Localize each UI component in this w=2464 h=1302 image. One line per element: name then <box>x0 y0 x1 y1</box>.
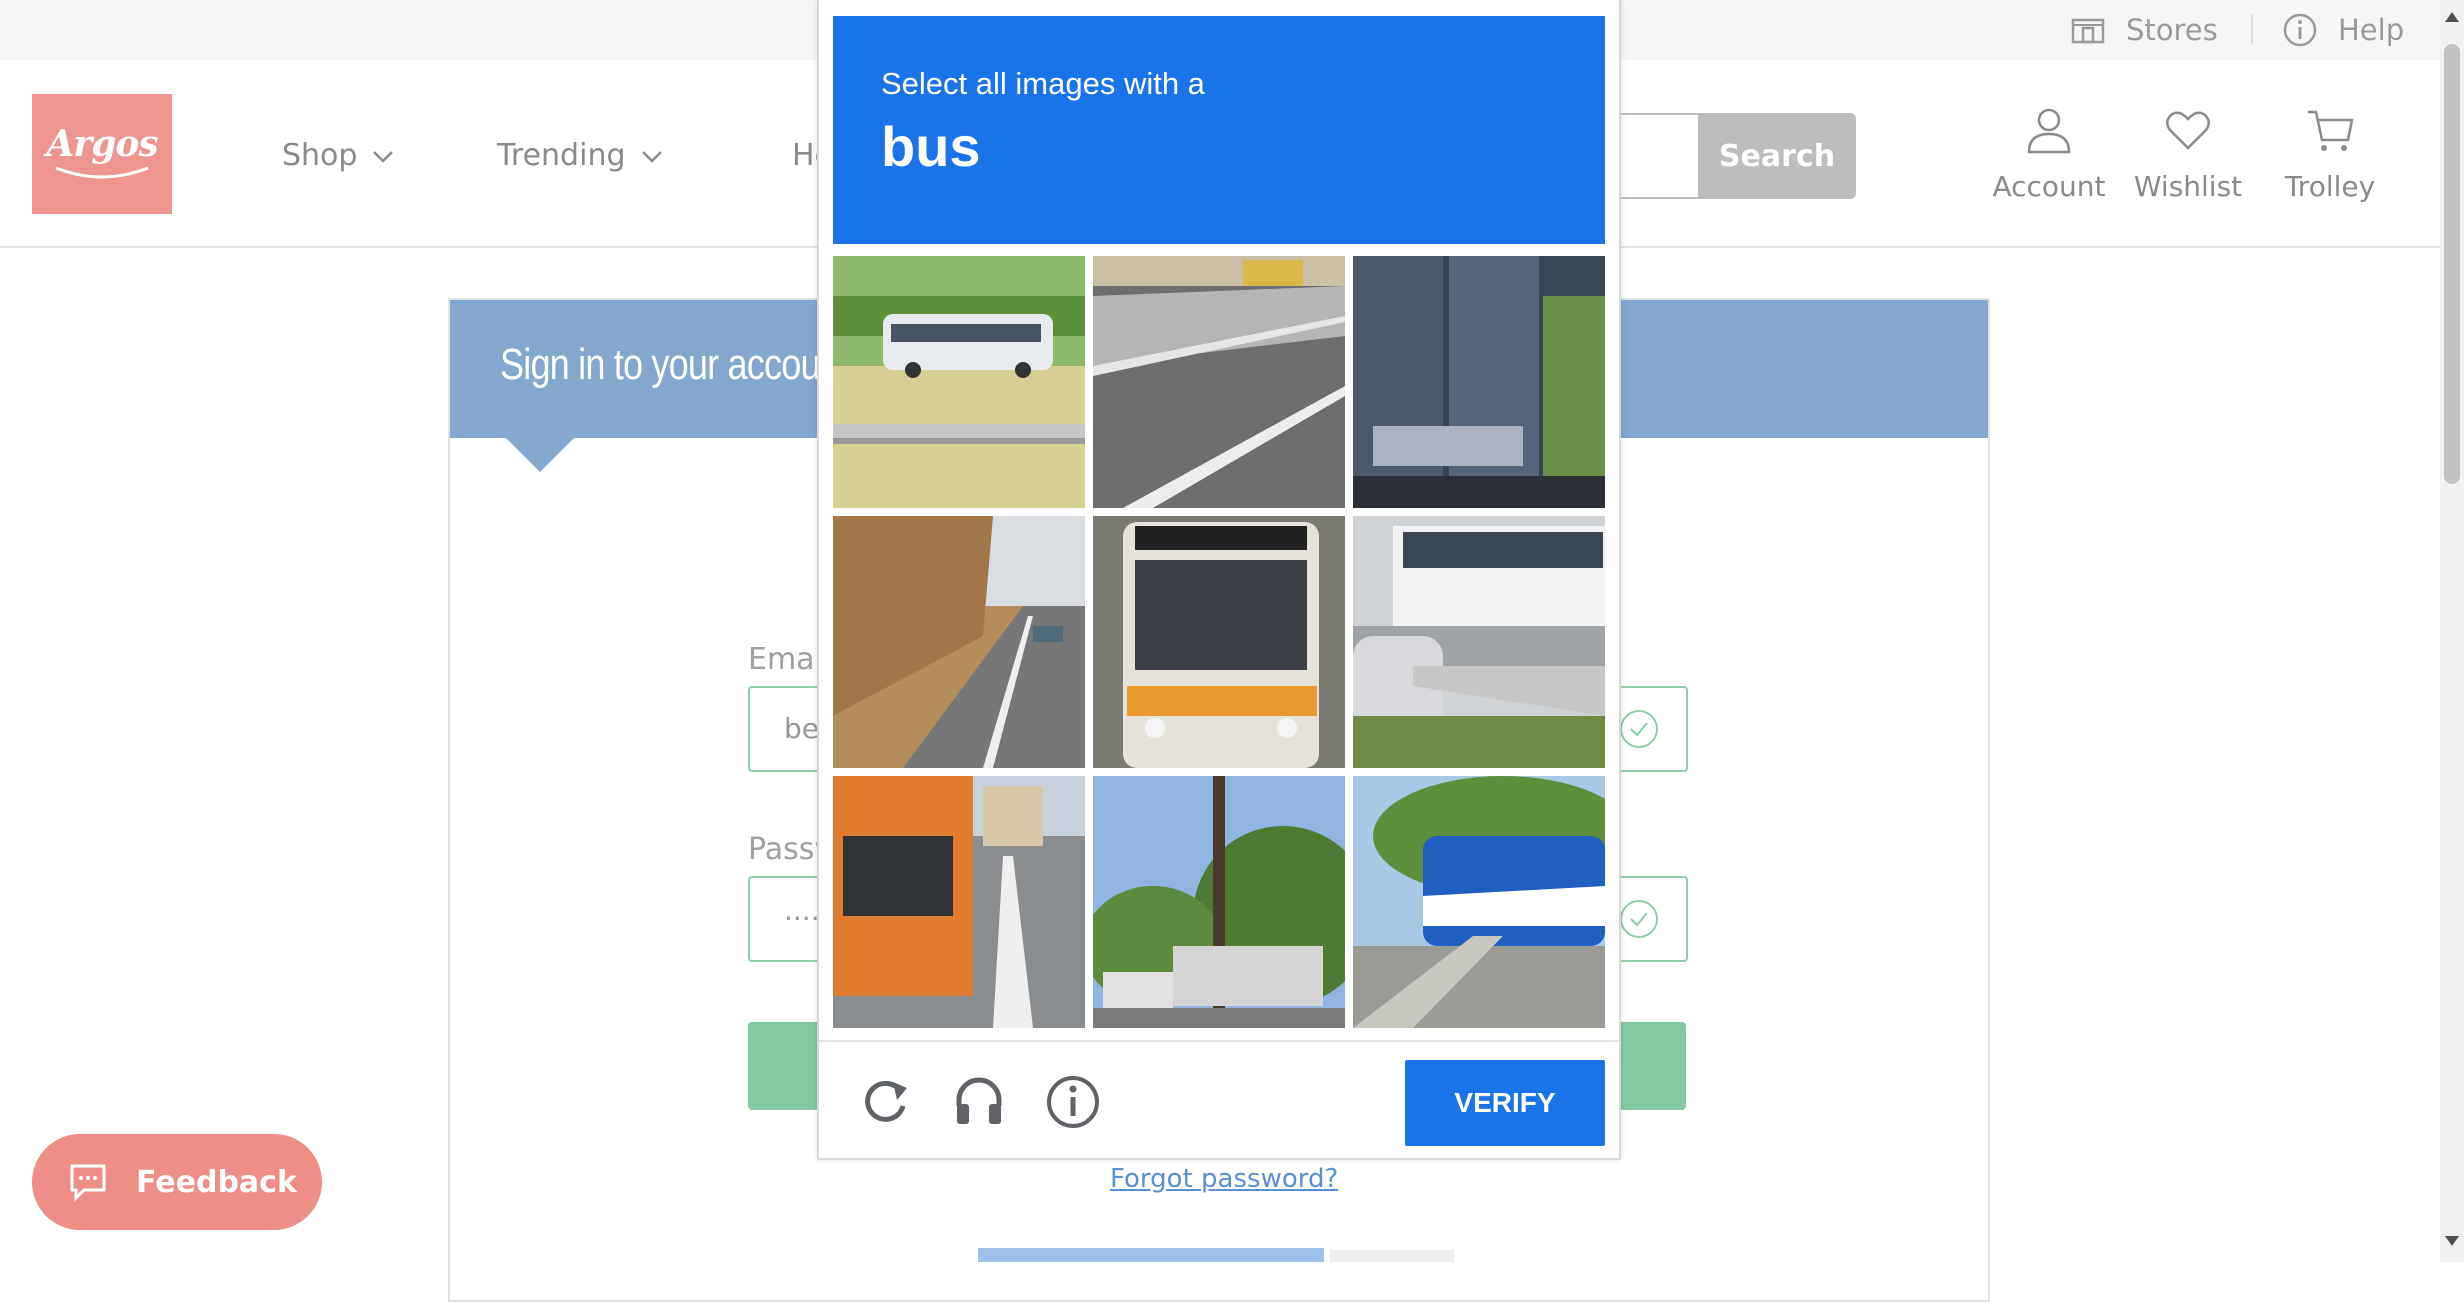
nav-trending[interactable]: Trending <box>497 138 664 173</box>
stores-link[interactable]: Stores <box>2070 12 2218 48</box>
trolley-icon <box>2308 110 2354 151</box>
secondary-tab-edge <box>1330 1250 1454 1262</box>
scroll-thumb[interactable] <box>2444 44 2460 484</box>
nav-shop-label: Shop <box>282 138 358 173</box>
wishlist-link[interactable]: Wishlist <box>2134 104 2242 203</box>
captcha-tile[interactable] <box>833 256 1085 508</box>
captcha-tile[interactable] <box>1353 516 1605 768</box>
account-label: Account <box>1992 170 2106 203</box>
scroll-down-arrow[interactable] <box>2445 1236 2459 1246</box>
utility-pole-image <box>1093 776 1345 1028</box>
highway-barrier-image <box>1093 256 1345 508</box>
utility-divider <box>2251 14 2253 44</box>
header-notch <box>504 436 576 472</box>
chat-icon <box>70 1164 106 1202</box>
bus-front-image <box>1093 516 1345 768</box>
captcha-footer-divider <box>819 1040 1619 1042</box>
captcha-prompt: Select all images with a <box>881 66 1205 101</box>
reload-icon[interactable] <box>855 1072 915 1132</box>
feedback-button[interactable]: Feedback <box>32 1134 322 1230</box>
help-label: Help <box>2338 13 2405 47</box>
scroll-up-arrow[interactable] <box>2445 12 2459 22</box>
chevron-down-icon <box>641 150 662 163</box>
verify-button[interactable]: VERIFY <box>1405 1060 1605 1146</box>
stores-label: Stores <box>2126 13 2218 47</box>
wishlist-label: Wishlist <box>2133 170 2243 203</box>
orange-bus-road-image <box>833 776 1085 1028</box>
feedback-label: Feedback <box>136 1164 297 1200</box>
coach-on-highway-image <box>833 256 1085 508</box>
blue-bus-image <box>1353 776 1605 1028</box>
signin-title: Sign in to your accou <box>500 340 821 389</box>
bus-stop-image <box>1353 516 1605 768</box>
argos-logo[interactable]: Argos <box>32 94 172 214</box>
headphones-icon[interactable] <box>949 1072 1009 1132</box>
captcha-tile[interactable] <box>1353 256 1605 508</box>
heart-icon <box>2166 111 2210 150</box>
captcha-tile[interactable] <box>1353 776 1605 1028</box>
trolley-link[interactable]: Trolley <box>2282 104 2378 203</box>
forgot-password-link[interactable]: Forgot password? <box>1110 1164 1338 1194</box>
info-icon <box>2283 13 2317 47</box>
logo-swoosh <box>55 166 149 179</box>
check-circle-icon <box>1620 900 1658 938</box>
captcha-tile[interactable] <box>833 516 1085 768</box>
info-icon[interactable] <box>1043 1072 1103 1132</box>
chevron-down-icon <box>373 150 394 163</box>
user-icon <box>2027 108 2071 154</box>
account-link[interactable]: Account <box>1992 104 2106 203</box>
glass-building-image <box>1353 256 1605 508</box>
logo-text: Argos <box>46 123 158 165</box>
store-icon <box>2071 18 2105 44</box>
nav-shop[interactable]: Shop <box>282 138 395 173</box>
search-button[interactable]: Search <box>1698 113 1856 199</box>
captcha-header: Select all images with a bus <box>833 16 1605 244</box>
captcha-tile[interactable] <box>1093 516 1345 768</box>
captcha-challenge: Select all images with a bus VERIFY <box>817 0 1621 1160</box>
road-trees-image <box>833 516 1085 768</box>
email-label: Emai <box>748 642 823 677</box>
page-scrollbar[interactable] <box>2440 0 2464 1262</box>
secondary-button-edge <box>978 1248 1324 1262</box>
help-link[interactable]: Help <box>2282 12 2404 48</box>
captcha-target: bus <box>881 115 981 178</box>
captcha-tile[interactable] <box>1093 256 1345 508</box>
check-circle-icon <box>1620 710 1658 748</box>
captcha-tile[interactable] <box>833 776 1085 1028</box>
nav-trending-label: Trending <box>497 138 626 173</box>
captcha-tile[interactable] <box>1093 776 1345 1028</box>
trolley-label: Trolley <box>2284 170 2376 203</box>
